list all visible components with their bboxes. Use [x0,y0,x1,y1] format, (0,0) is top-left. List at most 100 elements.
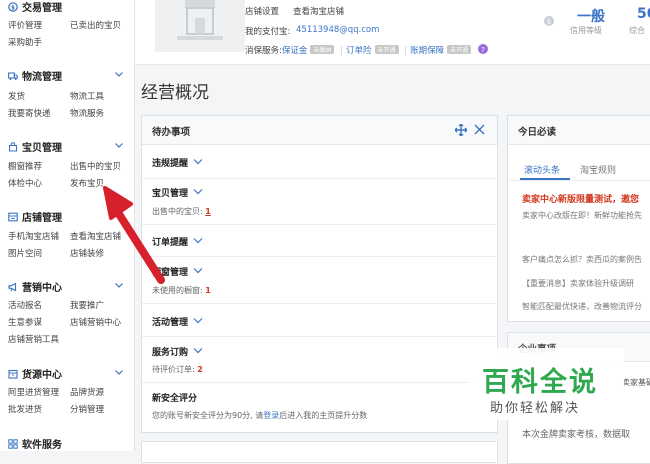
bottom-right-line: 卖家基础 [622,378,650,387]
sidebar-link-health-check[interactable]: 体检中心 [8,177,42,189]
chevron-down-icon [193,189,203,195]
divider [142,336,497,337]
must-read-title: 今日必读 [518,127,557,138]
sidebar-link-event-signup[interactable]: 活动报名 [8,299,42,311]
sidebar-link-showcase[interactable]: 橱窗推荐 [8,160,42,172]
credit-level-label: 信用等级 [570,26,602,35]
tab-rules[interactable]: 淘宝规则 [580,163,616,176]
news-item[interactable]: 【重要消息】卖家体验升级调研 [522,278,634,289]
sidebar-link-promote[interactable]: 我要推广 [70,299,104,311]
grid-icon [8,439,18,449]
sidebar-link-items-on-sale[interactable]: 出售中的宝贝 [70,160,121,172]
divider [142,224,497,225]
chevron-down-icon [193,238,203,244]
page-title: 经营概况 [141,83,209,103]
shop-settings-link[interactable]: 店铺设置 [245,5,279,17]
credit-level-value: 一般 [577,9,605,25]
view-shop-link[interactable]: 查看淘宝店铺 [293,5,344,17]
section-title-software[interactable]: 软件服务 [8,436,62,451]
score-value: 50 [637,6,650,22]
sidebar-section-software: 软件服务 [0,436,134,451]
news-item[interactable]: 智能匹配最优快递，改善物流评分 [522,301,642,312]
status-badge: 未开通 [447,45,472,54]
divider: | [340,46,343,56]
close-icon[interactable] [474,124,485,135]
chevron-down-icon[interactable] [114,367,124,377]
alipay-account-link[interactable]: 45113948@qq.com [296,25,379,35]
sidebar-link-reviews[interactable]: 评价管理 [8,19,42,31]
sidebar-link-image-space[interactable]: 图片空间 [8,247,42,259]
credit-icon: $ [544,16,554,26]
todo-sub-pending-review: 待评价订单: 2 [152,365,203,374]
sidebar-link-wholesale[interactable]: 批发进货 [8,403,42,415]
chevron-down-icon [193,268,203,274]
sidebar-link-logistics-service[interactable]: 物流服务 [70,107,104,119]
chevron-down-icon [193,348,203,354]
count-link[interactable]: 1 [205,207,211,216]
bag-icon [8,142,18,152]
todo-item-service-orders[interactable]: 服务订购 [152,345,203,358]
svg-text:?: ? [481,46,485,54]
security-score-title: 新安全评分 [152,394,198,404]
account-insurance-link[interactable]: 账期保障 [410,46,444,56]
section-title-items[interactable]: 宝贝管理 [8,139,62,154]
chevron-down-icon [193,318,203,324]
headline-link[interactable]: 卖家中心新版限量测试，邀您 [522,192,639,205]
sidebar-link-ali-purchase[interactable]: 阿里进货管理 [8,386,59,398]
move-icon[interactable] [455,124,467,136]
todo-panel-header: 待办事项 [142,116,497,145]
headline-sub: 卖家中心改版在即！新鲜功能抢先 [522,211,642,220]
section-title-trade[interactable]: $ 交易管理 [8,0,62,14]
divider [142,256,497,257]
guarantee-link[interactable]: 保证金 [282,46,308,56]
sidebar-link-distribution[interactable]: 分销管理 [70,403,104,415]
todo-item-violation[interactable]: 违规提醒 [152,156,203,169]
section-title-marketing[interactable]: 营销中心 [8,279,62,294]
pointer-arrow [103,186,165,284]
news-item[interactable]: 客户痛点怎么抓？卖西瓜的案例告 [522,254,642,265]
score-label: 综合 [629,26,645,35]
login-link[interactable]: 登录 [263,411,279,420]
sidebar-link-send-express[interactable]: 我要寄快递 [8,107,51,119]
status-badge: 未缴纳 [310,45,335,54]
sidebar-link-logistics-tools[interactable]: 物流工具 [70,90,104,102]
must-read-header: 今日必读 [508,116,650,145]
sidebar-link-sold-items[interactable]: 已卖出的宝贝 [70,19,121,31]
guarantee-label: 消保服务: [245,46,282,56]
bottom-right-desc: 本次金牌卖家考核，数据取 [522,430,631,440]
tab-headlines[interactable]: 滚动头条 [524,163,560,176]
status-badge: 未开通 [374,45,399,54]
storefront-icon [177,0,223,40]
order-insurance-link[interactable]: 订单险 [346,46,372,56]
sidebar-section-logistics: 物流管理 发货 物流工具 我要寄快递 物流服务 [0,68,134,123]
divider [142,382,497,383]
section-title-shop[interactable]: 店铺管理 [8,209,62,224]
count-link[interactable]: 2 [197,365,203,374]
watermark-subtitle: 助你轻松解决 [490,401,581,416]
sidebar-link-marketing-tools[interactable]: 店铺营销工具 [8,333,59,345]
chevron-down-icon[interactable] [114,69,124,79]
divider [142,303,497,304]
shop-logo [155,0,245,52]
svg-text:$: $ [11,5,15,12]
sidebar-link-marketing-center[interactable]: 店铺营销中心 [70,316,121,328]
section-title-supply[interactable]: 货源中心 [8,366,62,381]
help-icon[interactable]: ? [477,44,488,54]
todo-item-activities[interactable]: 活动管理 [152,315,203,328]
sidebar-link-business-advisor[interactable]: 生意参谋 [8,316,42,328]
todo-panel-title: 待办事项 [152,127,191,138]
shop-header: 店铺设置 查看淘宝店铺 我的支付宝: 45113948@qq.com 消保服务:… [135,0,650,65]
chevron-down-icon[interactable] [114,140,124,150]
count-link[interactable]: 1 [205,286,211,295]
sidebar-link-purchase-assistant[interactable]: 采购助手 [8,36,42,48]
todo-panel: 待办事项 违规提醒 宝贝管理 出售中的宝贝: 1 订单提醒 橱窗管理 未使用的橱… [141,115,498,433]
sidebar-link-mobile-shop[interactable]: 手机淘宝店铺 [8,230,59,242]
watermark: 百科全说 助你轻松解决 [468,348,624,420]
sidebar-section-supply: 货源中心 阿里进货管理 品牌货源 批发进货 分销管理 [0,366,134,421]
security-score-desc: 您的账号新安全评分为90分, 请登录后进入我的主页提升分数 [152,411,368,420]
sidebar-link-brand-supply[interactable]: 品牌货源 [70,386,104,398]
section-title-logistics[interactable]: 物流管理 [8,68,62,83]
sidebar-link-ship[interactable]: 发货 [8,90,25,102]
alipay-label: 我的支付宝: [245,27,291,37]
divider [142,178,497,179]
